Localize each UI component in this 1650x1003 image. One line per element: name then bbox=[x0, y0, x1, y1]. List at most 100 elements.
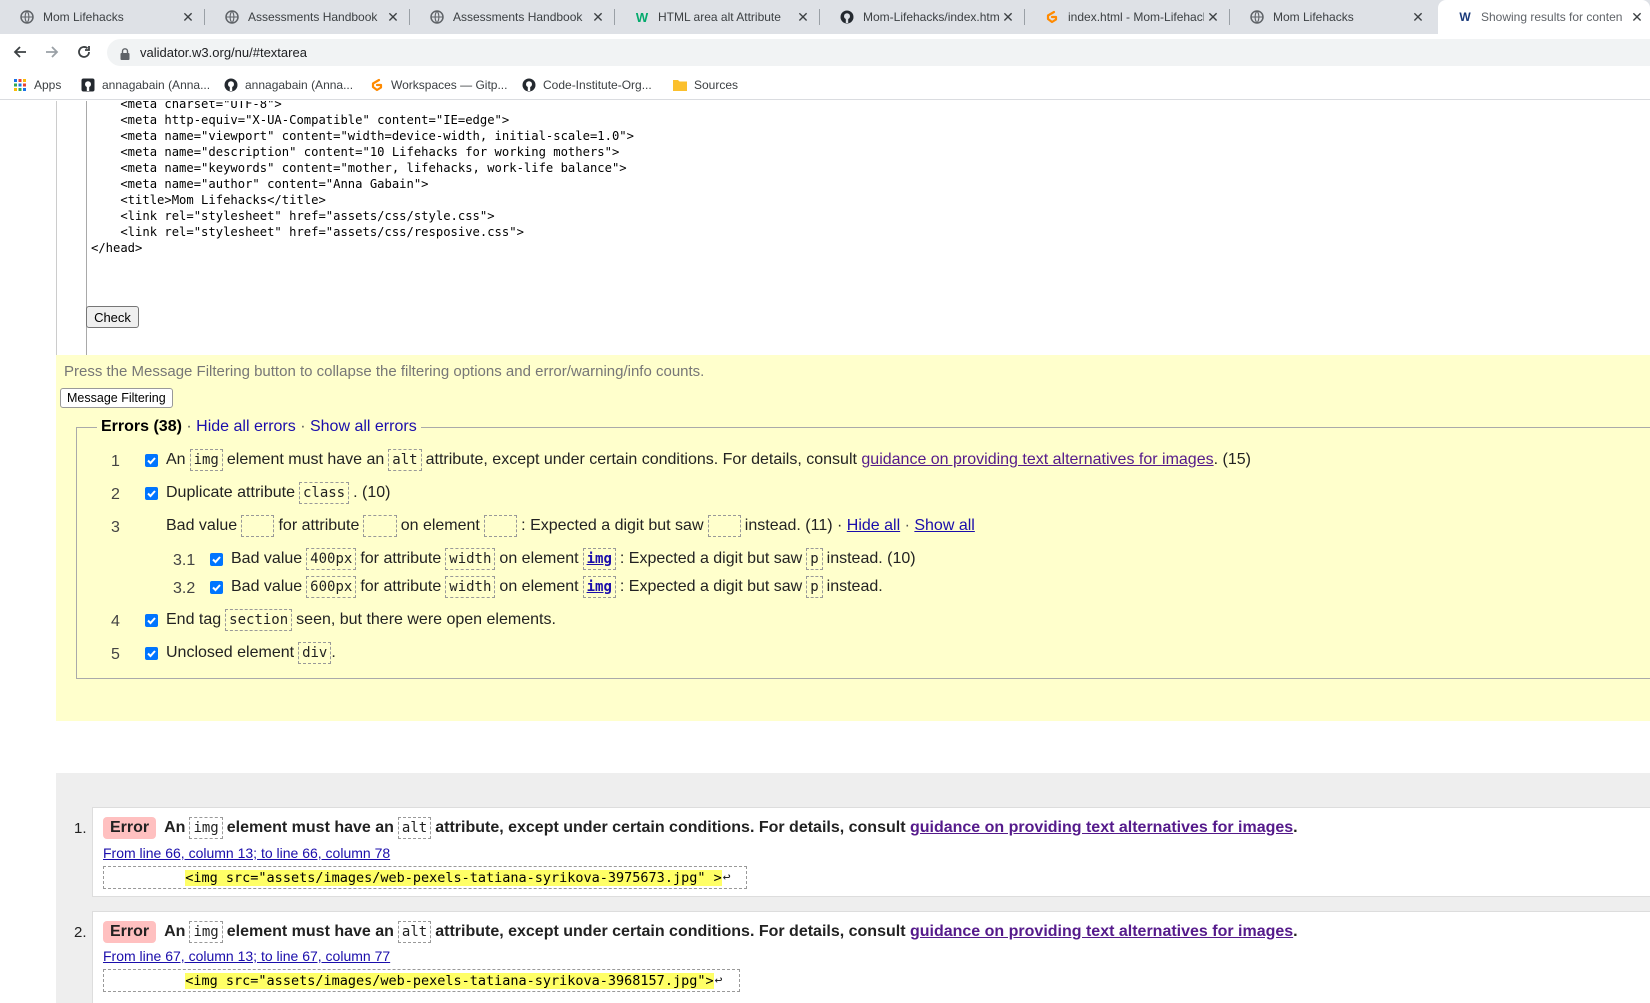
error-subgroup-number: 3.1 bbox=[173, 552, 196, 569]
show-all-link[interactable]: Show all bbox=[914, 517, 974, 535]
result-message: Error An img element must have an alt at… bbox=[103, 817, 1298, 839]
bookmark-code-institute[interactable]: Code-Institute-Org... bbox=[522, 70, 652, 100]
error-group-number: 3 bbox=[111, 519, 120, 536]
hide-all-errors-link[interactable]: Hide all errors bbox=[196, 418, 296, 435]
error-text: Bad value bbox=[231, 550, 303, 567]
code-token: alt bbox=[388, 449, 422, 471]
result-item-1: Error An img element must have an alt at… bbox=[92, 807, 1650, 897]
tab-6[interactable]: Mom Lifehacks ✕ bbox=[1230, 0, 1435, 34]
error-filter-checkbox[interactable] bbox=[210, 552, 223, 566]
error-text: : Expected a digit but saw bbox=[521, 517, 704, 534]
tab-5[interactable]: index.html - Mom-Lifehack ✕ bbox=[1025, 0, 1230, 34]
close-icon[interactable]: ✕ bbox=[1628, 9, 1646, 26]
separator-dot: · bbox=[300, 418, 310, 435]
message-text: An bbox=[164, 819, 186, 836]
close-icon[interactable]: ✕ bbox=[179, 9, 197, 26]
github-icon bbox=[224, 78, 238, 92]
close-icon[interactable]: ✕ bbox=[1409, 9, 1427, 26]
error-text: Bad value bbox=[166, 517, 238, 534]
tab-0[interactable]: Mom Lifehacks ✕ bbox=[0, 0, 205, 34]
tab-title: index.html - Mom-Lifehack bbox=[1068, 10, 1204, 24]
error-text: seen, but there were open elements. bbox=[296, 611, 556, 628]
code-token: section bbox=[225, 609, 293, 631]
tab-7-active[interactable]: W Showing results for conten ✕ bbox=[1438, 0, 1650, 34]
bookmark-workspaces[interactable]: Workspaces — Gitp... bbox=[370, 70, 507, 100]
close-icon[interactable]: ✕ bbox=[384, 9, 402, 26]
tab-4[interactable]: Mom-Lifehacks/index.html ✕ bbox=[820, 0, 1025, 34]
close-icon[interactable]: ✕ bbox=[1204, 9, 1222, 26]
bookmark-label: Workspaces — Gitp... bbox=[391, 78, 508, 92]
error-filter-checkbox[interactable] bbox=[145, 486, 158, 500]
tab-1[interactable]: Assessments Handbook ✕ bbox=[205, 0, 410, 34]
error-count: instead. (11) · bbox=[744, 517, 843, 534]
location-link[interactable]: From line 67, column 13; to line 67, col… bbox=[103, 948, 390, 964]
forward-button[interactable] bbox=[40, 40, 64, 64]
result-message: Error An img element must have an alt at… bbox=[103, 921, 1298, 943]
code-token: img bbox=[189, 921, 223, 943]
error-text: Duplicate attribute bbox=[166, 484, 295, 501]
check-button[interactable]: Check bbox=[86, 306, 139, 328]
reload-button[interactable] bbox=[72, 40, 96, 64]
close-icon[interactable]: ✕ bbox=[999, 9, 1017, 26]
error-filter-checkbox[interactable] bbox=[210, 580, 223, 594]
message-text: element must have an bbox=[226, 819, 394, 836]
page-content: <meta charset="UTF-8"> <meta http-equiv=… bbox=[0, 101, 1650, 1003]
bookmark-sources[interactable]: Sources bbox=[673, 70, 738, 100]
guidance-link[interactable]: guidance on providing text alternatives … bbox=[910, 923, 1293, 941]
errors-fieldset: Errors (38) · Hide all errors · Show all… bbox=[76, 418, 1650, 679]
url-text: validator.w3.org/nu/#textarea bbox=[140, 45, 307, 60]
close-icon[interactable]: ✕ bbox=[589, 9, 607, 26]
close-icon[interactable]: ✕ bbox=[794, 9, 812, 26]
results-list: 1. Error An img element must have an alt… bbox=[56, 773, 1650, 1003]
error-text: : Expected a digit but saw bbox=[619, 550, 803, 567]
element-link[interactable]: img bbox=[587, 579, 612, 595]
bookmark-apps[interactable]: Apps bbox=[13, 70, 61, 100]
error-badge: Error bbox=[103, 921, 157, 943]
element-link[interactable]: img bbox=[587, 551, 612, 567]
bookmark-annagabain-1[interactable]: annagabain (Anna... bbox=[81, 70, 210, 100]
error-group-number: 4 bbox=[111, 613, 120, 630]
error-text: : Expected a digit but saw bbox=[619, 578, 803, 595]
message-text: element must have an bbox=[226, 923, 394, 940]
error-text: attribute, except under certain conditio… bbox=[425, 451, 857, 468]
guidance-link[interactable]: guidance on providing text alternatives … bbox=[861, 451, 1213, 469]
error-badge: Error bbox=[103, 817, 157, 839]
error-group-4: End tag section seen, but there were ope… bbox=[145, 609, 556, 631]
address-bar[interactable]: validator.w3.org/nu/#textarea bbox=[107, 39, 1650, 66]
back-button[interactable] bbox=[8, 40, 32, 64]
code-token-link[interactable]: img bbox=[582, 576, 616, 598]
source-extract: <img src="assets/images/web-pexels-tatia… bbox=[103, 866, 747, 889]
tab-title: Mom-Lifehacks/index.html bbox=[863, 10, 999, 24]
error-text: element must have an bbox=[226, 451, 385, 468]
code-token: width bbox=[445, 576, 496, 598]
error-filter-checkbox[interactable] bbox=[145, 646, 158, 660]
errors-heading: Errors (38) bbox=[101, 418, 182, 435]
bookmark-label: annagabain (Anna... bbox=[102, 78, 211, 92]
result-index: 1. bbox=[74, 820, 87, 837]
bookmark-label: Code-Institute-Org... bbox=[543, 78, 652, 92]
hide-all-link[interactable]: Hide all bbox=[847, 517, 900, 535]
guidance-link[interactable]: guidance on providing text alternatives … bbox=[910, 819, 1293, 837]
lock-icon[interactable] bbox=[120, 47, 130, 60]
error-group-5: Unclosed element div . bbox=[145, 642, 336, 664]
source-line: <meta http-equiv="X-UA-Compatible" conte… bbox=[91, 113, 510, 127]
error-count: instead. (10) bbox=[826, 550, 916, 567]
error-filter-checkbox[interactable] bbox=[145, 453, 158, 467]
tab-2[interactable]: Assessments Handbook ✕ bbox=[410, 0, 615, 34]
folder-icon bbox=[673, 78, 687, 92]
bookmark-label: annagabain (Anna... bbox=[245, 78, 354, 92]
tab-3[interactable]: W HTML area alt Attribute ✕ bbox=[615, 0, 820, 34]
bookmark-annagabain-2[interactable]: annagabain (Anna... bbox=[224, 70, 353, 100]
source-line: </head> bbox=[91, 241, 143, 255]
w3schools-icon: W bbox=[635, 9, 649, 25]
error-text: End tag bbox=[166, 611, 222, 628]
error-filter-checkbox[interactable] bbox=[145, 613, 158, 627]
code-token-link[interactable]: img bbox=[582, 548, 616, 570]
browser-toolbar: validator.w3.org/nu/#textarea bbox=[0, 34, 1650, 70]
message-text: attribute, except under certain conditio… bbox=[435, 819, 906, 836]
globe-icon bbox=[225, 10, 239, 24]
location-link[interactable]: From line 66, column 13; to line 66, col… bbox=[103, 845, 390, 861]
show-all-errors-link[interactable]: Show all errors bbox=[310, 418, 417, 435]
error-text: on element bbox=[499, 578, 579, 595]
message-filtering-button[interactable]: Message Filtering bbox=[60, 388, 173, 408]
